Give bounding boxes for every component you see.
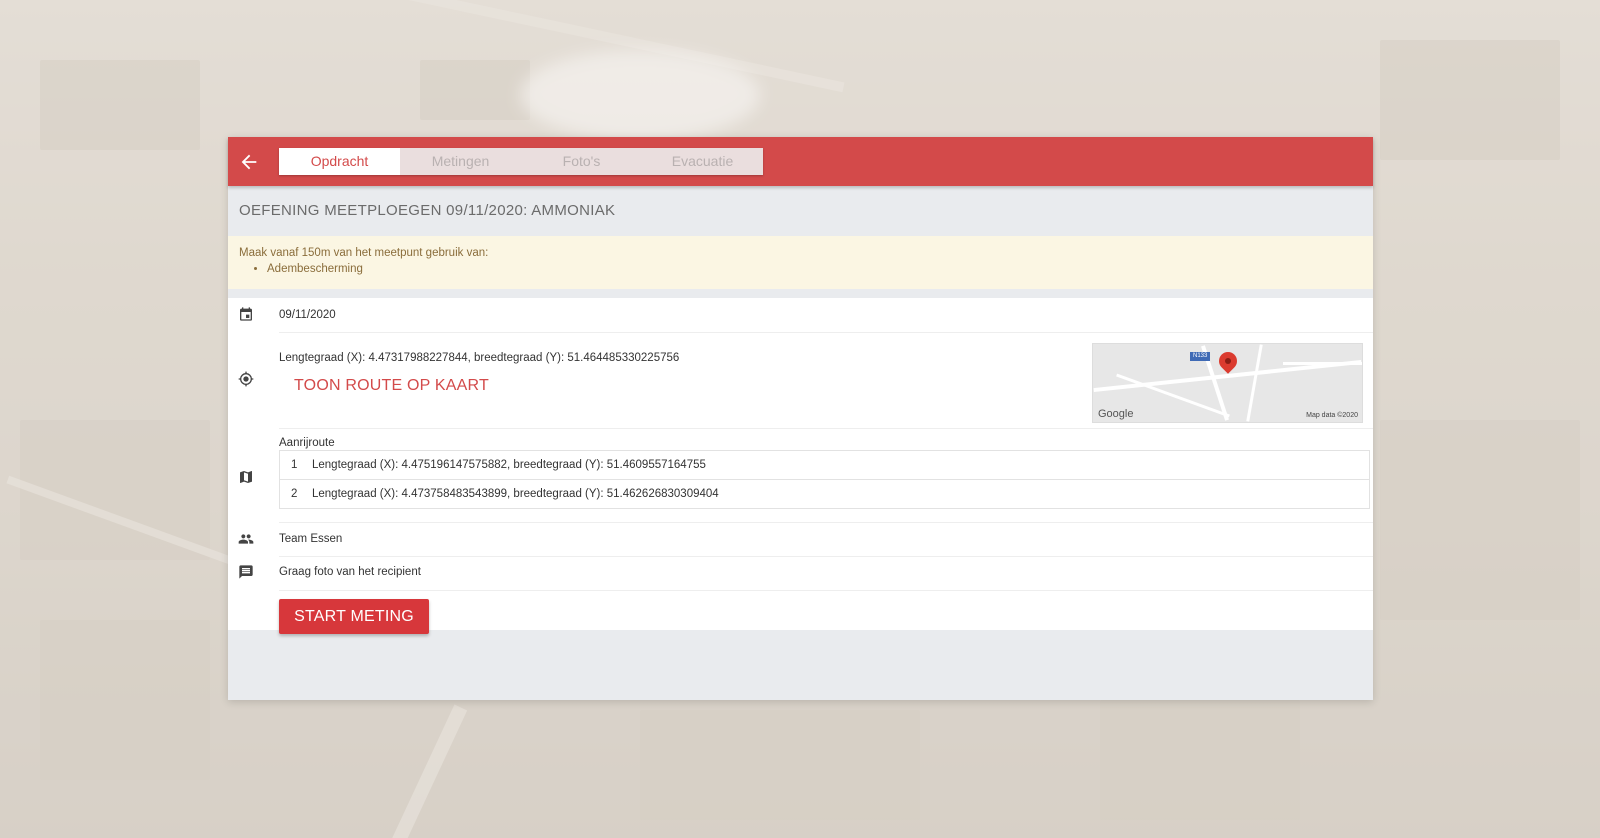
date-row: 09/11/2020 <box>228 298 1373 332</box>
route-item-number: 2 <box>291 488 298 500</box>
team-row: Team Essen <box>228 523 1373 555</box>
list-item: 2 Lengtegraad (X): 4.473758483543899, br… <box>280 479 1369 508</box>
map-attribution: Map data ©2020 <box>1306 412 1358 419</box>
approach-route-list: 1 Lengtegraad (X): 4.475196147575882, br… <box>279 450 1370 509</box>
map-thumbnail[interactable]: N133 Google Map data ©2020 <box>1092 343 1363 423</box>
notice-banner: Maak vanaf 150m van het meetpunt gebruik… <box>228 236 1373 289</box>
approach-route-row: Aanrijroute 1 Lengtegraad (X): 4.4751961… <box>228 437 1373 517</box>
calendar-icon <box>238 306 258 326</box>
notice-text: Maak vanaf 150m van het meetpunt gebruik… <box>239 247 489 259</box>
arrow-left-icon[interactable] <box>238 151 260 173</box>
date-value: 09/11/2020 <box>279 309 336 321</box>
route-item-coordinates: Lengtegraad (X): 4.475196147575882, bree… <box>312 459 706 471</box>
tab-evacuatie[interactable]: Evacuatie <box>642 148 763 175</box>
start-measurement-button[interactable]: START METING <box>279 599 429 634</box>
top-app-bar: Opdracht Metingen Foto's Evacuatie <box>228 137 1373 186</box>
team-name: Team Essen <box>279 533 343 545</box>
map-pin-icon <box>1215 348 1241 374</box>
tab-bar: Opdracht Metingen Foto's Evacuatie <box>279 148 763 175</box>
location-row: Lengtegraad (X): 4.47317988227844, breed… <box>228 333 1373 428</box>
tab-metingen[interactable]: Metingen <box>400 148 521 175</box>
assignment-card: Opdracht Metingen Foto's Evacuatie OEFEN… <box>228 137 1373 700</box>
comment-row: Graag foto van het recipient <box>228 557 1373 589</box>
location-coordinates: Lengtegraad (X): 4.47317988227844, breed… <box>279 352 680 364</box>
tab-opdracht[interactable]: Opdracht <box>279 148 400 175</box>
route-item-coordinates: Lengtegraad (X): 4.473758483543899, bree… <box>312 488 719 500</box>
page-title: OEFENING MEETPLOEGEN 09/11/2020: AMMONIA… <box>239 202 616 219</box>
tab-fotos[interactable]: Foto's <box>521 148 642 175</box>
comment-icon <box>238 564 258 584</box>
gps-target-icon <box>238 371 258 391</box>
road-shield: N133 <box>1190 352 1211 361</box>
route-item-number: 1 <box>291 459 298 471</box>
list-item: 1 Lengtegraad (X): 4.475196147575882, br… <box>280 451 1369 479</box>
google-logo: Google <box>1098 408 1134 420</box>
people-icon <box>238 531 258 551</box>
show-route-button[interactable]: TOON ROUTE OP KAART <box>294 377 489 395</box>
map-icon <box>238 469 258 489</box>
assignment-details: 09/11/2020 Lengtegraad (X): 4.4731798822… <box>228 298 1373 634</box>
notice-item: Adembescherming <box>267 262 1362 276</box>
approach-route-label: Aanrijroute <box>279 437 335 449</box>
comment-text: Graag foto van het recipient <box>279 566 421 578</box>
